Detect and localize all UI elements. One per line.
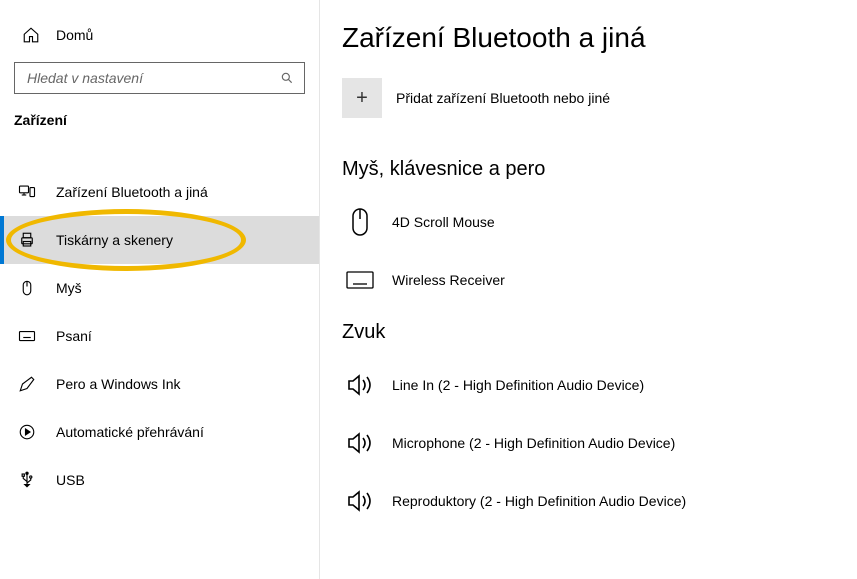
device-label: Microphone (2 - High Definition Audio De… [392,435,675,451]
sidebar-item-label: USB [56,472,85,488]
sidebar-item-label: Zařízení Bluetooth a jiná [56,184,208,200]
mouse-icon [18,279,36,297]
speaker-icon [346,371,374,399]
sidebar-item-usb[interactable]: USB [0,456,319,504]
device-item-mouse[interactable]: 4D Scroll Mouse [342,193,837,251]
add-device-button[interactable]: + Přidat zařízení Bluetooth nebo jiné [342,78,837,118]
page-title: Zařízení Bluetooth a jiná [342,22,837,54]
device-item-speakers[interactable]: Reproduktory (2 - High Definition Audio … [342,472,837,530]
sidebar: Domů Zařízení [0,0,320,579]
sidebar-nav: Zařízení Bluetooth a jiná Tiskárny a ske… [0,168,319,504]
sidebar-item-label: Myš [56,280,82,296]
device-item-linein[interactable]: Line In (2 - High Definition Audio Devic… [342,356,837,414]
device-label: Reproduktory (2 - High Definition Audio … [392,493,686,509]
device-item-microphone[interactable]: Microphone (2 - High Definition Audio De… [342,414,837,472]
sidebar-item-mouse[interactable]: Myš [0,264,319,312]
home-icon [22,26,40,44]
keyboard-icon [18,327,36,345]
device-label: Line In (2 - High Definition Audio Devic… [392,377,644,393]
keyboard-icon [346,266,374,294]
home-label: Domů [56,27,93,43]
mouse-icon [346,208,374,236]
sidebar-item-typing[interactable]: Psaní [0,312,319,360]
search-box[interactable] [14,62,305,94]
speaker-icon [346,429,374,457]
sidebar-item-label: Automatické přehrávání [56,424,204,440]
speaker-icon [346,487,374,515]
search-input[interactable] [25,69,280,87]
autoplay-icon [18,423,36,441]
sidebar-item-label: Tiskárny a skenery [56,232,173,248]
sidebar-item-label: Pero a Windows Ink [56,376,181,392]
usb-icon [18,471,36,489]
sidebar-item-autoplay[interactable]: Automatické přehrávání [0,408,319,456]
device-label: Wireless Receiver [392,272,505,288]
home-button[interactable]: Domů [0,0,319,62]
sidebar-item-pen[interactable]: Pero a Windows Ink [0,360,319,408]
search-icon [280,71,294,85]
search-container [0,62,319,112]
add-device-label: Přidat zařízení Bluetooth nebo jiné [396,90,610,106]
device-item-receiver[interactable]: Wireless Receiver [342,251,837,309]
device-label: 4D Scroll Mouse [392,214,495,230]
sidebar-item-bluetooth[interactable]: Zařízení Bluetooth a jiná [0,168,319,216]
main-content: Zařízení Bluetooth a jiná + Přidat zaříz… [320,0,857,579]
devices-icon [18,183,36,201]
category-title: Zařízení [0,112,319,138]
sidebar-item-label: Psaní [56,328,92,344]
section-title-audio: Zvuk [342,321,837,344]
section-title-mkp: Myš, klávesnice a pero [342,158,837,181]
plus-icon: + [342,78,382,118]
settings-window: Domů Zařízení [0,0,857,579]
printer-icon [18,231,36,249]
pen-icon [18,375,36,393]
sidebar-item-printers[interactable]: Tiskárny a skenery [0,216,319,264]
